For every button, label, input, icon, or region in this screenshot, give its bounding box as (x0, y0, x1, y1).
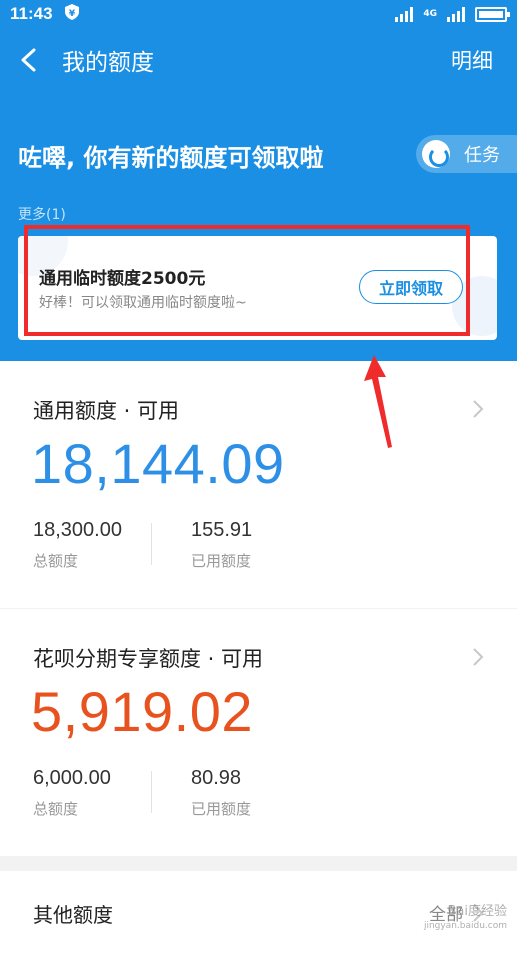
general-credit-title: 通用额度 · 可用 (33, 399, 180, 423)
header: 我的额度 明细 咗噿, 你有新的额度可领取啦 任务 更多(1) 通用临时额度25… (0, 28, 517, 361)
divider (151, 771, 152, 813)
status-icons: 4G (395, 6, 510, 22)
watermark-url: jingyan.baidu.com (423, 921, 507, 931)
status-time: 11:43 (10, 4, 53, 23)
status-bar: 11:43 ¥ 4G (0, 0, 517, 28)
more-link[interactable]: 更多(1) (18, 204, 66, 224)
watermark-logo-text: Bai度经验 (447, 904, 508, 919)
signal-icon-2 (447, 6, 465, 22)
other-credit-title: 其他额度 (33, 903, 113, 927)
task-button[interactable]: 任务 (416, 135, 517, 173)
general-credit-total: 18,300.00 (33, 519, 122, 541)
general-credit-used: 155.91 (191, 519, 253, 541)
detail-button[interactable]: 明细 (451, 45, 493, 75)
promo-heading: 咗噿, 你有新的额度可领取啦 (18, 144, 324, 172)
general-credit-used-label: 已用额度 (191, 552, 252, 570)
installment-credit-used-label: 已用额度 (191, 800, 252, 818)
divider (151, 523, 152, 565)
promo-card[interactable]: 通用临时额度2500元 好棒！可以领取通用临时额度啦~ 立即领取 (18, 236, 497, 340)
back-icon[interactable] (18, 48, 40, 72)
annotation-arrow (364, 355, 392, 448)
task-icon (422, 140, 450, 168)
installment-credit-available: 5,919.02 (31, 680, 253, 743)
watermark: Bai度经验 jingyan.baidu.com (424, 905, 507, 933)
shield-icon: ¥ (64, 4, 79, 24)
network-type: 4G (423, 8, 437, 19)
promo-card-subtitle: 好棒！可以领取通用临时额度啦~ (39, 295, 247, 311)
installment-credit-used: 80.98 (191, 767, 242, 789)
general-credit-available: 18,144.09 (31, 432, 285, 495)
chevron-right-icon (473, 400, 484, 418)
claim-button[interactable]: 立即领取 (359, 270, 463, 304)
promo-card-title: 通用临时额度2500元 (39, 269, 206, 289)
chevron-right-icon (473, 648, 484, 666)
svg-text:¥: ¥ (68, 9, 75, 19)
installment-credit-total: 6,000.00 (33, 767, 111, 789)
page-title: 我的额度 (62, 50, 154, 76)
installment-credit-title: 花呗分期专享额度 · 可用 (33, 647, 264, 671)
task-label: 任务 (464, 145, 500, 166)
installment-credit-card[interactable]: 花呗分期专享额度 · 可用 5,919.02 6,000.00 总额度 80.9… (0, 609, 517, 856)
general-credit-card[interactable]: 通用额度 · 可用 18,144.09 18,300.00 总额度 155.91… (0, 361, 517, 608)
signal-icon (395, 6, 414, 22)
installment-credit-total-label: 总额度 (33, 800, 79, 818)
battery-icon (475, 6, 510, 22)
general-credit-total-label: 总额度 (33, 552, 79, 570)
